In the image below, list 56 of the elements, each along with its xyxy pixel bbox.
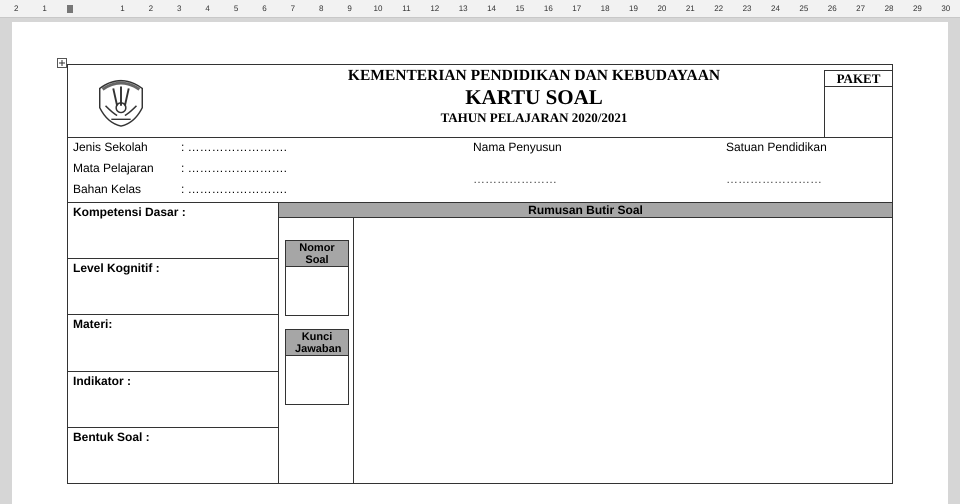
ruler-number: 30 [940, 4, 952, 13]
field-label: Nama Penyusun [473, 139, 563, 155]
section-label: Kompetensi Dasar : [68, 203, 278, 260]
ruler-number: 15 [514, 4, 526, 13]
ruler-number: 12 [429, 4, 440, 13]
ruler-number: 1 [119, 4, 126, 13]
ministry-title: KEMENTERIAN PENDIDIKAN DAN KEBUDAYAAN [348, 67, 720, 85]
ruler-number: 1 [41, 4, 48, 13]
ruler-number: 19 [628, 4, 639, 13]
ruler-number: 25 [798, 4, 810, 13]
answer-box: Nomor Soal [285, 240, 349, 316]
ruler-number: 14 [486, 4, 497, 13]
move-handle-icon[interactable] [57, 58, 67, 68]
fill-in-line: …………………… [726, 171, 823, 187]
ruler-number: 16 [542, 4, 554, 13]
field-label: Satuan Pendidikan [726, 139, 828, 155]
ruler-number: 22 [713, 4, 724, 13]
ruler-number: 24 [770, 4, 781, 13]
ruler-number: 13 [458, 4, 469, 13]
ruler-number: 11 [401, 4, 412, 13]
ruler-number: 27 [855, 4, 866, 13]
fill-in-line: ………………… [473, 171, 558, 187]
ruler-number: 4 [204, 4, 211, 13]
ruler-number: 7 [290, 4, 296, 13]
package-box: PAKET [824, 70, 892, 137]
field-label: Bahan Kelas [73, 181, 142, 198]
academic-year: TAHUN PELAJARAN 2020/2021 [440, 109, 628, 126]
ruler-number: 28 [884, 4, 894, 13]
ruler-number: 26 [826, 4, 838, 13]
fill-in-line: : ……………………. [181, 160, 288, 177]
ruler-number: 9 [346, 4, 353, 13]
fill-in-line: : ……………………. [181, 139, 288, 156]
ruler-number: 20 [656, 4, 668, 13]
ruler-number: 17 [571, 4, 582, 13]
section-label: Bentuk Soal : [72, 428, 151, 446]
ruler-number: 8 [318, 4, 324, 13]
ruler-number: 3 [176, 4, 182, 13]
field-label: Mata Pelajaran [73, 160, 155, 177]
ruler-number: 2 [148, 4, 154, 13]
ruler-number: 10 [372, 4, 384, 13]
ruler-number: 18 [600, 4, 611, 13]
ruler-number: 23 [742, 4, 753, 13]
margin-marker-icon[interactable] [66, 4, 73, 12]
section-header: Rumusan Butir Soal [279, 203, 892, 218]
section-label: Indikator : [68, 372, 278, 428]
ruler-number: 5 [232, 4, 240, 13]
section-label: Materi: [68, 315, 278, 372]
ruler-number: 21 [684, 4, 696, 13]
card-title: KARTU SOAL [465, 85, 603, 109]
ruler-number: 2 [12, 4, 20, 13]
ruler-number: 29 [912, 4, 923, 13]
section-label: Level Kognitif : [68, 259, 278, 316]
ruler-number: 6 [261, 4, 268, 13]
field-label: Jenis Sekolah [73, 139, 149, 156]
answer-box: Kunci Jawaban [285, 329, 349, 405]
fill-in-line: : ……………………. [181, 181, 288, 198]
